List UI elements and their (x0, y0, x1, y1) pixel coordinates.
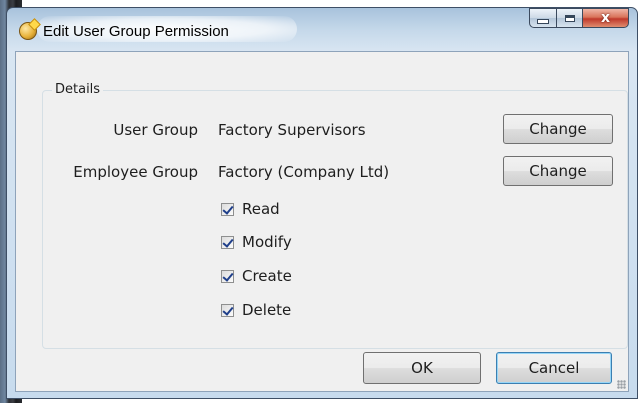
modify-label: Modify (242, 233, 292, 251)
close-icon: x (600, 10, 611, 26)
user-group-label: User Group (113, 121, 198, 139)
minimize-icon (537, 18, 549, 24)
dialog-window: Edit User Group Permission x Details Use… (6, 7, 638, 399)
employee-group-value: Factory (Company Ltd) (218, 163, 390, 181)
change-user-group-button[interactable]: Change (503, 114, 613, 144)
read-checkbox[interactable]: Read (221, 200, 280, 218)
employee-group-label: Employee Group (73, 163, 198, 181)
create-checkbox[interactable]: Create (221, 267, 292, 285)
read-label: Read (242, 200, 280, 218)
caption-buttons: x (529, 8, 629, 28)
delete-checkbox[interactable]: Delete (221, 301, 291, 319)
dialog-client-area: Details User Group Factory Supervisors C… (15, 51, 629, 392)
close-button[interactable]: x (582, 8, 629, 28)
delete-label: Delete (242, 301, 292, 319)
user-group-value: Factory Supervisors (218, 121, 366, 139)
modify-checkbox[interactable]: Modify (221, 233, 292, 251)
change-employee-group-button[interactable]: Change (503, 156, 613, 186)
maximize-icon (564, 14, 575, 22)
cancel-button[interactable]: Cancel (496, 352, 612, 384)
app-icon (19, 22, 37, 40)
checkbox-checked-icon[interactable] (221, 269, 234, 283)
details-legend: Details (52, 82, 104, 97)
maximize-button[interactable] (556, 8, 582, 28)
window-title: Edit User Group Permission (43, 23, 229, 40)
minimize-button[interactable] (529, 8, 556, 28)
checkbox-checked-icon[interactable] (221, 303, 234, 317)
create-label: Create (242, 267, 292, 285)
title-bar[interactable]: Edit User Group Permission x (7, 8, 637, 50)
checkbox-checked-icon[interactable] (221, 235, 234, 249)
resize-grip-icon[interactable] (617, 380, 626, 389)
ok-button[interactable]: OK (363, 352, 481, 384)
checkbox-checked-icon[interactable] (221, 202, 234, 216)
